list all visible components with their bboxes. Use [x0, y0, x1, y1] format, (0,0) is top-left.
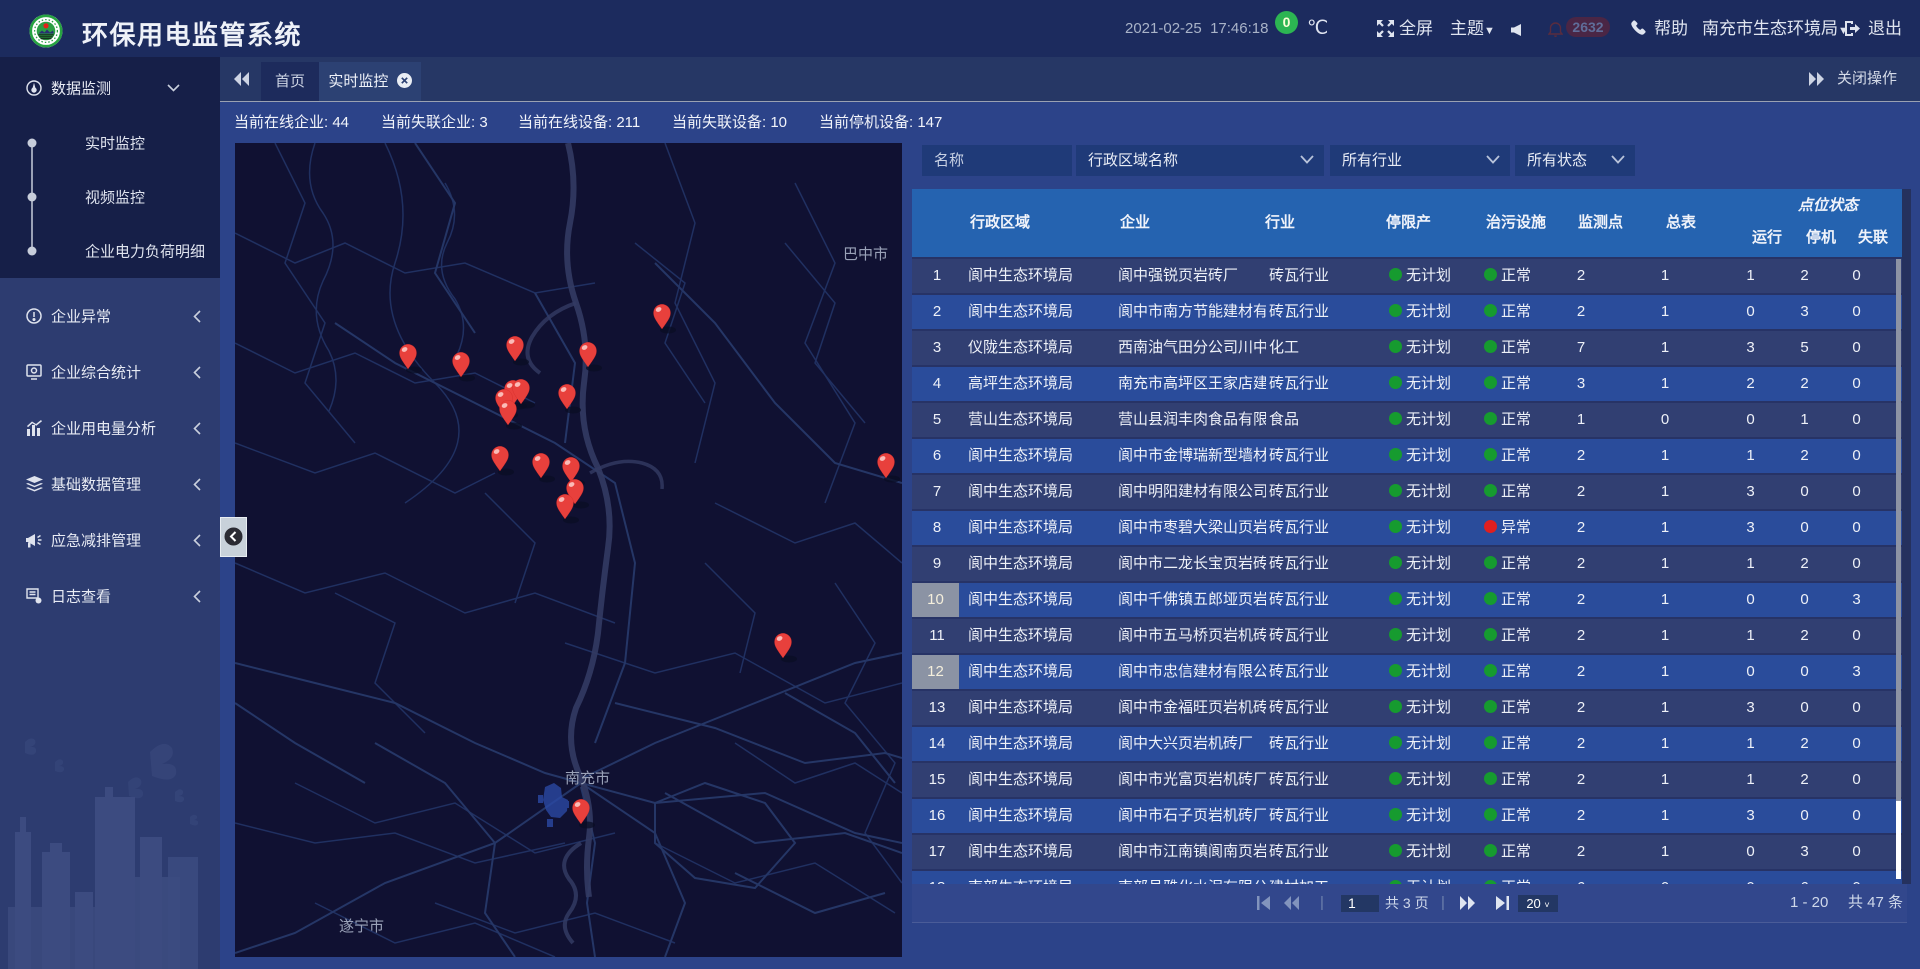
- svg-text:南充市: 南充市: [565, 770, 610, 787]
- svg-text:巴中市: 巴中市: [843, 246, 888, 263]
- svg-text:遂宁市: 遂宁市: [339, 918, 384, 935]
